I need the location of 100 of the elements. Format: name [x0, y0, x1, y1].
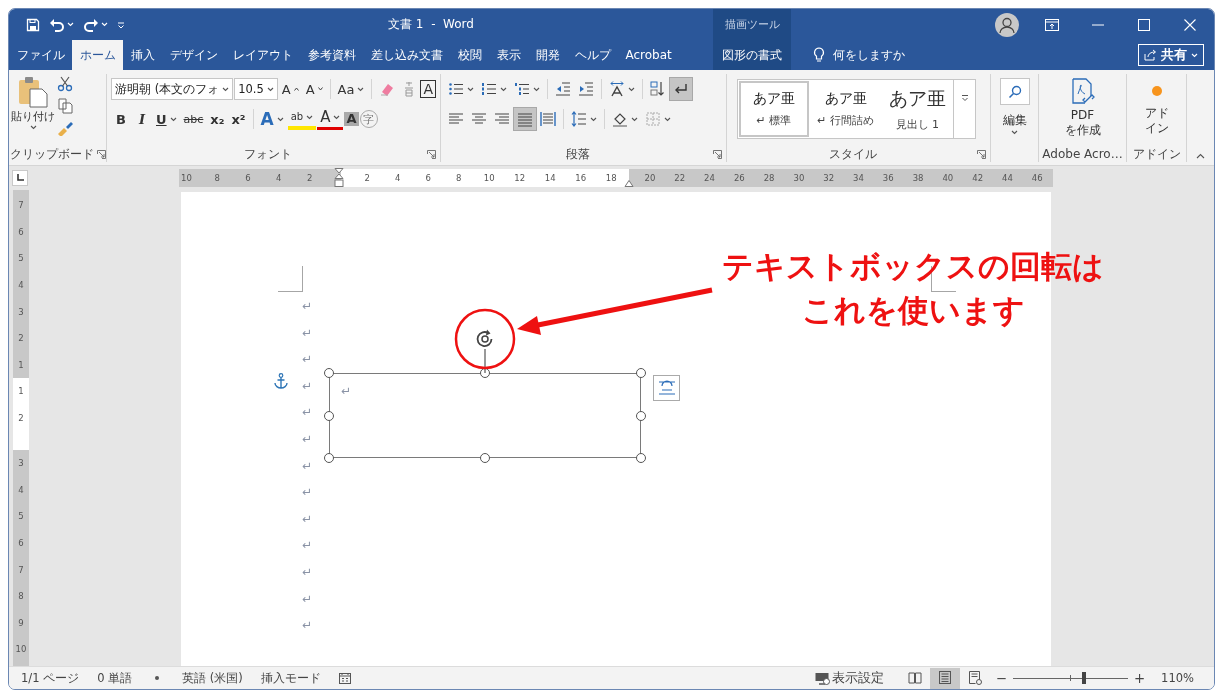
ribbon-tab[interactable]: 図形の書式 — [713, 40, 791, 70]
create-pdf-button[interactable]: PDF を作成 — [1039, 74, 1126, 146]
paragraph-mark: ↵ — [302, 590, 313, 608]
ruler-number: 9 — [18, 617, 24, 628]
ruler-number: 7 — [18, 564, 24, 575]
monitor-gear-icon — [814, 671, 830, 685]
add-ins-button[interactable]: アド イン — [1127, 74, 1186, 146]
style-item[interactable]: あア亜 ↵ 標準 — [739, 81, 809, 137]
customize-toolbar-button[interactable] — [117, 20, 125, 29]
ribbon-tab[interactable]: ホーム — [72, 40, 123, 70]
cut-button[interactable] — [57, 76, 73, 92]
caret-icon — [29, 125, 37, 130]
grow-font-button[interactable]: A — [278, 78, 302, 100]
ribbon-tab[interactable]: ファイル — [9, 40, 72, 70]
ribbon-tab[interactable]: 参考資料 — [300, 40, 363, 70]
language-indicator[interactable]: 英語 (米国) — [182, 670, 243, 686]
tell-me-search[interactable]: 何をしますか — [833, 46, 905, 64]
share-button[interactable]: 共有 — [1138, 44, 1204, 66]
tab-stop-selector[interactable] — [12, 170, 28, 186]
align-center-icon — [471, 111, 487, 127]
format-painter-button[interactable] — [57, 120, 73, 136]
layout-options-icon — [657, 380, 676, 396]
highlight-button[interactable]: ab — [287, 108, 317, 130]
collapse-ribbon-button[interactable] — [1196, 153, 1205, 159]
print-layout-button[interactable] — [929, 667, 960, 689]
ribbon-tab[interactable]: 表示 — [489, 40, 528, 70]
display-settings-button[interactable]: 表示設定 — [814, 669, 884, 687]
style-item[interactable]: あア亜 見出し 1 — [882, 81, 953, 137]
ribbon-display-icon — [1045, 18, 1059, 31]
style-name: ↵ 行間詰め — [817, 113, 874, 128]
caret-icon — [333, 115, 341, 120]
redo-button[interactable] — [83, 17, 108, 32]
character-shading-button[interactable]: A — [344, 111, 359, 127]
resize-handle[interactable] — [324, 453, 334, 463]
align-right-icon — [494, 111, 510, 127]
ribbon-tab[interactable]: 校閲 — [450, 40, 489, 70]
zoom-in-button[interactable]: + — [1133, 670, 1146, 686]
avatar-icon — [995, 12, 1019, 37]
italic-button[interactable]: I — [132, 108, 152, 130]
resize-handle[interactable] — [324, 410, 334, 421]
ribbon-tab[interactable]: デザイン — [162, 40, 225, 70]
ribbon-tab[interactable]: 差し込み文書 — [363, 40, 450, 70]
layout-options-button[interactable] — [653, 375, 680, 401]
character-border-button[interactable]: A — [420, 80, 436, 98]
read-mode-icon — [907, 671, 922, 685]
paragraph-mark: ↵ — [302, 484, 313, 502]
word-count[interactable]: 0 単語 — [97, 670, 133, 686]
resize-handle[interactable] — [636, 453, 646, 463]
paintbrush-icon — [57, 120, 73, 136]
subscript-button[interactable]: x₂ — [207, 108, 228, 130]
caret-icon — [590, 116, 597, 122]
align-left-icon — [448, 111, 464, 127]
change-case-button[interactable]: Aa — [334, 78, 368, 100]
strikethrough-button[interactable]: abc — [180, 108, 207, 130]
ruler-number: 32 — [822, 173, 836, 183]
page-count[interactable]: 1/1 ページ — [21, 670, 80, 686]
style-preview: あア亜 — [888, 86, 946, 111]
zoom-out-button[interactable]: − — [995, 670, 1007, 686]
show-marks-button[interactable] — [670, 78, 692, 100]
font-name-field[interactable]: 游明朝 (本文のフォ — [111, 78, 234, 100]
superscript-button[interactable]: x² — [228, 108, 249, 130]
save-button[interactable] — [26, 17, 40, 32]
editing-button[interactable]: 編集 — [991, 74, 1038, 146]
text-effects-button[interactable]: A — [257, 108, 287, 130]
ribbon-tab[interactable]: Acrobat — [618, 40, 680, 70]
ruler-number: 6 — [244, 173, 252, 183]
zoom-level[interactable]: 110% — [1161, 671, 1194, 685]
resize-handle[interactable] — [324, 368, 334, 378]
style-item[interactable]: あア亜 ↵ 行間詰め — [810, 81, 881, 137]
ruler-number: 34 — [852, 173, 865, 183]
ribbon-tab[interactable]: 挿入 — [123, 40, 162, 70]
zoom-slider[interactable] — [1012, 672, 1128, 684]
copy-icon — [57, 98, 73, 114]
ribbon-tab[interactable]: レイアウト — [225, 40, 300, 70]
ribbon-tab[interactable]: 開発 — [528, 40, 567, 70]
resize-handle[interactable] — [636, 410, 646, 421]
paste-button[interactable]: 貼り付け — [9, 74, 57, 146]
bullet-list-icon — [448, 81, 464, 97]
ruler-number: 3 — [18, 306, 24, 317]
caret-icon — [960, 94, 969, 102]
sort-icon — [650, 81, 666, 97]
font-size-field[interactable]: 10.5 — [234, 78, 278, 100]
paragraph-mark: ↵ — [302, 377, 313, 395]
resize-handle[interactable] — [480, 368, 490, 378]
bold-button[interactable]: B — [111, 108, 131, 130]
tab-stop-icon — [16, 174, 24, 182]
shrink-font-button[interactable]: A — [302, 78, 326, 100]
underline-button[interactable]: U — [153, 108, 180, 130]
resize-handle[interactable] — [480, 453, 490, 463]
save-icon — [26, 17, 40, 32]
input-mode[interactable]: 挿入モード — [260, 670, 321, 686]
copy-button[interactable] — [57, 98, 73, 114]
undo-button[interactable] — [49, 17, 74, 32]
ribbon-tab[interactable]: ヘルプ — [567, 40, 618, 70]
resize-handle[interactable] — [636, 368, 646, 378]
clipboard-icon — [18, 76, 48, 108]
paragraph-mark: ↵ — [302, 510, 313, 528]
paragraph-mark: ↵ — [302, 404, 313, 422]
paragraph-mark: ↵ — [302, 324, 313, 342]
macro-recording-button[interactable] — [338, 672, 351, 684]
